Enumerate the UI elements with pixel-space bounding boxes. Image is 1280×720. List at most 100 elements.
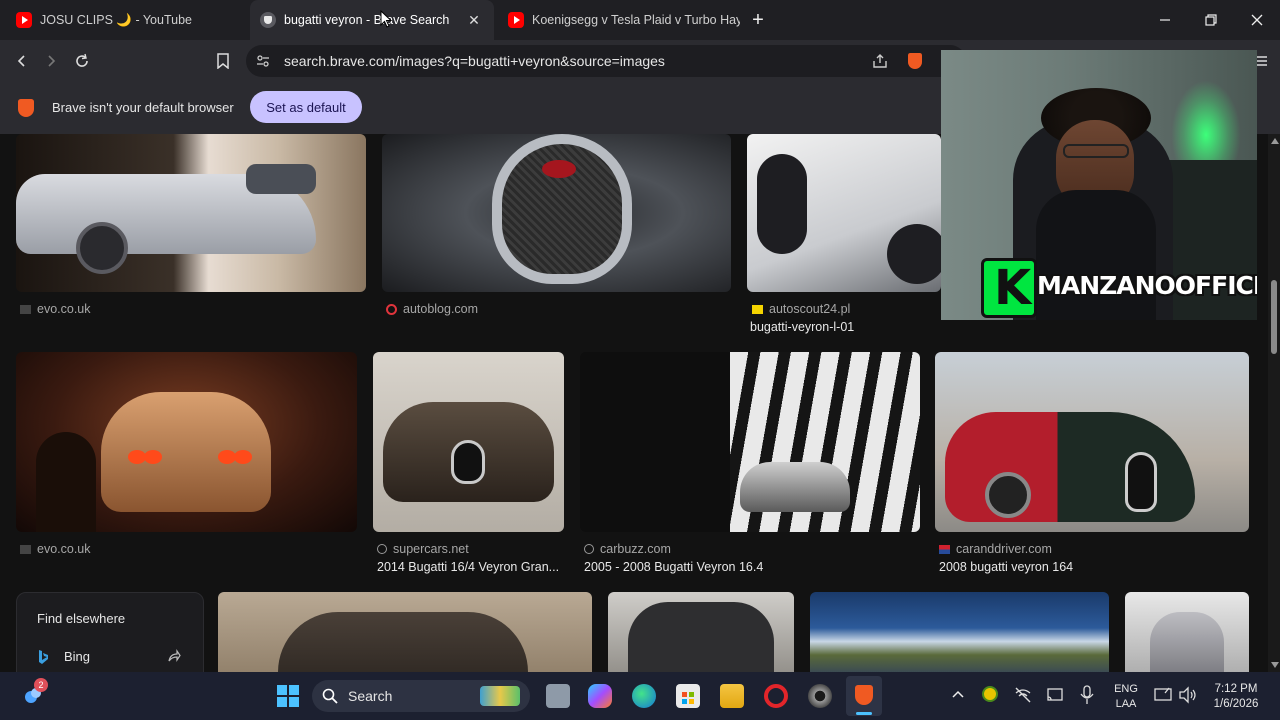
tab-youtube-2[interactable]: Koenigsegg v Tesla Plaid v Turbo Hay [500,0,740,40]
store-icon[interactable] [676,684,700,708]
site-settings-icon[interactable] [256,54,270,68]
file-explorer-icon[interactable] [720,684,744,708]
network-off-icon[interactable] [1014,686,1032,704]
image-result[interactable] [810,592,1109,672]
globe-icon [377,544,387,554]
webcam-overlay: K MANZANOOFFICIAL [941,50,1257,320]
copilot-icon[interactable] [588,684,612,708]
brave-icon [855,685,873,705]
tab-brave-search[interactable]: bugatti veyron - Brave Search ✕ [250,0,494,40]
image-result[interactable] [16,352,357,532]
image-result[interactable] [608,592,794,672]
tab-title: bugatti veyron - Brave Search [284,13,450,27]
reload-button[interactable] [69,48,95,74]
new-tab-button[interactable]: + [735,0,781,40]
image-result[interactable] [747,134,941,292]
scroll-up-icon[interactable] [1271,138,1279,144]
bookmark-button[interactable] [210,48,236,74]
notification-badge: 2 [34,678,48,692]
mouse-cursor-icon [380,10,392,28]
opera-icon[interactable] [764,684,788,708]
autoscout-icon [752,304,763,314]
result-source[interactable]: evo.co.uk [20,542,91,556]
close-icon [1251,14,1263,26]
brave-search-icon [260,12,276,28]
globe-icon [584,544,594,554]
widgets-button[interactable]: 2 [22,678,48,706]
show-hidden-icons-button[interactable] [950,686,966,702]
address-bar[interactable]: search.brave.com/images?q=bugatti+veyron… [246,45,966,77]
forward-arrow-icon [48,55,56,67]
image-result[interactable] [580,352,920,532]
reload-icon [76,53,88,67]
result-source[interactable]: evo.co.uk [20,302,91,316]
caranddriver-icon [939,544,950,554]
tab-title: Koenigsegg v Tesla Plaid v Turbo Hay [532,13,740,27]
microphone-icon[interactable] [1080,685,1094,705]
youtube-icon [16,12,32,28]
result-caption[interactable]: 2014 Bugatti 16/4 Veyron Gran... [377,560,559,574]
result-source[interactable]: carbuzz.com [584,542,671,556]
search-icon [322,688,338,704]
image-result[interactable] [382,134,731,292]
image-result[interactable] [373,352,564,532]
youtube-icon [508,12,524,28]
restore-button[interactable] [1188,0,1234,40]
close-window-button[interactable] [1234,0,1280,40]
back-arrow-icon [17,55,25,67]
tab-title: JOSU CLIPS 🌙 - YouTube [40,12,192,27]
language-indicator[interactable]: ENG LAA [1108,682,1144,712]
close-tab-icon[interactable]: ✕ [466,12,482,28]
back-button[interactable] [9,48,35,74]
find-elsewhere-title: Find elsewhere [37,611,126,626]
image-result[interactable] [16,134,366,292]
channel-logo: K [981,258,1037,318]
image-result[interactable] [218,592,592,672]
autoblog-icon [386,303,397,315]
channel-name: MANZANOOFFICIAL [1037,270,1257,300]
display-icon[interactable] [1154,686,1172,704]
forward-button[interactable] [38,48,64,74]
windows-taskbar: 2 Search ENG LAA 7:12 PM 1/6/2026 [0,672,1280,720]
brave-shields-icon[interactable] [908,53,922,69]
set-as-default-button[interactable]: Set as default [250,91,362,123]
volume-icon[interactable] [1178,686,1198,704]
minimize-icon [1160,19,1170,21]
image-result[interactable] [935,352,1249,532]
evo-icon [20,544,31,554]
image-result[interactable] [1125,592,1249,672]
windows-logo-icon [277,685,299,707]
bookmark-icon [217,53,229,69]
search-highlight-icon [480,686,520,706]
result-caption[interactable]: 2008 bugatti veyron 164 [939,560,1073,574]
page-scrollbar[interactable] [1268,134,1280,672]
result-source[interactable]: supercars.net [377,542,469,556]
infobar-message: Brave isn't your default browser [52,100,234,115]
taskbar-search[interactable]: Search [312,680,530,712]
result-caption[interactable]: bugatti-veyron-l-01 [750,320,854,334]
brave-taskbar-button[interactable] [846,676,882,716]
bing-link[interactable]: Bing [37,647,187,669]
result-source[interactable]: caranddriver.com [939,542,1052,556]
result-caption[interactable]: 2005 - 2008 Bugatti Veyron 16.4 [584,560,763,574]
start-button[interactable] [276,684,300,708]
task-view-icon[interactable] [546,684,570,708]
evo-icon [20,304,31,314]
scrollbar-thumb[interactable] [1271,280,1277,354]
result-source[interactable]: autoscout24.pl [752,302,850,316]
clock[interactable]: 7:12 PM 1/6/2026 [1204,682,1268,712]
tab-youtube[interactable]: JOSU CLIPS 🌙 - YouTube [8,0,248,40]
edge-icon[interactable] [632,684,656,708]
result-source[interactable]: autoblog.com [386,302,478,316]
tray-app-icon[interactable] [982,686,998,702]
chevron-up-icon [952,690,964,698]
share-icon[interactable] [872,53,888,69]
tab-strip: JOSU CLIPS 🌙 - YouTube bugatti veyron - … [0,0,1280,40]
cast-icon[interactable] [1046,686,1064,704]
scroll-down-icon[interactable] [1271,662,1279,668]
obs-icon[interactable] [808,684,832,708]
url-text[interactable]: search.brave.com/images?q=bugatti+veyron… [284,53,665,69]
minimize-button[interactable] [1142,0,1188,40]
restore-icon [1205,14,1217,26]
find-elsewhere-panel: Find elsewhere Bing [16,592,204,672]
